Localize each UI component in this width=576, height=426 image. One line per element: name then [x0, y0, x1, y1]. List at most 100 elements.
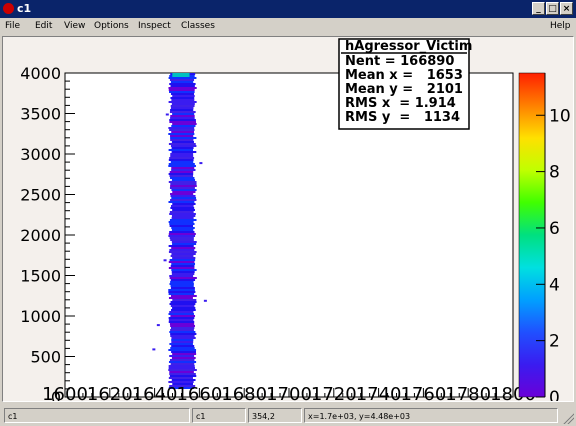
band-row [170, 301, 197, 303]
band-row [170, 329, 194, 331]
band-row [169, 283, 194, 285]
band-row [169, 323, 195, 325]
band-row [170, 81, 194, 83]
band-row [170, 161, 194, 163]
x-tick-label: 1720 [311, 384, 357, 401]
status-bar: c1 c1 354,2 x=1.7e+03, y=4.48e+03 [0, 404, 576, 426]
palette-tick-label: 8 [549, 163, 560, 183]
x-tick-label: 1640 [132, 384, 178, 401]
band-row [169, 219, 197, 221]
x-tick-label: 1600 [42, 384, 88, 401]
outlier-bin [156, 324, 160, 327]
band-row [170, 97, 195, 99]
band-row [168, 289, 195, 291]
x-tick-label: 1700 [266, 384, 312, 401]
canvas[interactable]: 0 500 1000 1500 2000 2500 3000 3500 4000 1600 162… [3, 37, 573, 401]
minimize-button[interactable]: _ [532, 2, 545, 15]
menu-classes[interactable]: Classes [181, 21, 215, 31]
y-tick-label: 2500 [20, 186, 61, 205]
band-row [171, 273, 195, 275]
histogram-2d[interactable]: 0 500 1000 1500 2000 2500 3000 3500 4000 1600162… [3, 37, 573, 401]
band-row [168, 361, 197, 363]
y-tick-label: 500 [30, 348, 61, 367]
band-row [168, 201, 195, 203]
menu-bar: File Edit View Options Inspect Classes H… [0, 18, 576, 36]
band-row [171, 339, 194, 341]
outlier-bin [199, 162, 203, 165]
band-row [171, 379, 196, 381]
band-row [172, 191, 196, 193]
band-row [168, 367, 195, 369]
band-row [171, 269, 197, 271]
band-row [172, 243, 197, 245]
resize-grip[interactable] [562, 412, 574, 424]
menu-view[interactable]: View [64, 21, 85, 31]
close-button[interactable]: × [560, 2, 573, 15]
band-row [168, 101, 197, 103]
band-row [171, 247, 196, 249]
band-row [171, 197, 197, 199]
band-row [169, 119, 196, 121]
band-row [170, 325, 195, 327]
band-row [169, 121, 196, 123]
palette-tick-label: 10 [549, 106, 571, 126]
band-row [168, 143, 196, 145]
palette-tick-label: 0 [549, 388, 560, 401]
stats-mean-y: Mean y = 2101 [345, 82, 463, 97]
band-row [171, 227, 195, 229]
band-row [168, 245, 194, 247]
x-axis: 1600162016401660168017001720174017601780… [42, 384, 536, 401]
band-row [170, 281, 194, 283]
menu-file[interactable]: File [5, 21, 20, 31]
band-row [171, 263, 196, 265]
band-row [169, 213, 196, 215]
status-coords: x=1.7e+03, y=4.48e+03 [304, 408, 558, 423]
status-object: c1 [4, 408, 190, 423]
band-row [171, 167, 195, 169]
band-row [171, 345, 195, 347]
status-pixel: 354,2 [248, 408, 302, 423]
menu-inspect[interactable]: Inspect [138, 21, 171, 31]
band-row [170, 145, 197, 147]
band-row [168, 319, 194, 321]
band-row [172, 353, 197, 355]
band-row [168, 321, 195, 323]
band-row [169, 79, 195, 81]
band-row [170, 183, 197, 185]
palette-tick-label: 2 [549, 332, 560, 352]
x-tick-label: 1740 [356, 384, 402, 401]
band-row [170, 205, 194, 207]
band-row [170, 333, 197, 335]
title-bar: c1 _ □ × [0, 0, 576, 18]
y-tick-label: 3000 [20, 145, 61, 164]
band-row [168, 267, 195, 269]
band-row [170, 255, 194, 257]
x-tick-label: 1780 [445, 384, 491, 401]
band-row [170, 137, 197, 139]
band-row [168, 163, 195, 165]
band-row [169, 277, 197, 279]
band-row [169, 331, 196, 333]
color-palette: 0 2 4 6 8 10 [518, 72, 571, 401]
band-row [169, 275, 194, 277]
band-row [170, 285, 194, 287]
y-tick-label: 4000 [20, 64, 61, 83]
x-tick-label: 1760 [400, 384, 446, 401]
band-row [168, 293, 195, 295]
outlier-bin [203, 299, 207, 302]
maximize-button[interactable]: □ [546, 2, 559, 15]
palette-tick-label: 6 [549, 219, 560, 239]
palette-bar [518, 72, 546, 398]
outlier-bin [152, 348, 156, 351]
band-row [168, 365, 195, 367]
band-row [169, 249, 195, 251]
outlier-bin [163, 259, 167, 262]
menu-options[interactable]: Options [94, 21, 129, 31]
menu-help[interactable]: Help [550, 21, 571, 31]
band-row [169, 157, 195, 159]
band-row [172, 123, 197, 125]
x-tick-label: 1620 [87, 384, 133, 401]
band-row [168, 349, 197, 351]
band-row [170, 93, 195, 95]
menu-edit[interactable]: Edit [35, 21, 52, 31]
